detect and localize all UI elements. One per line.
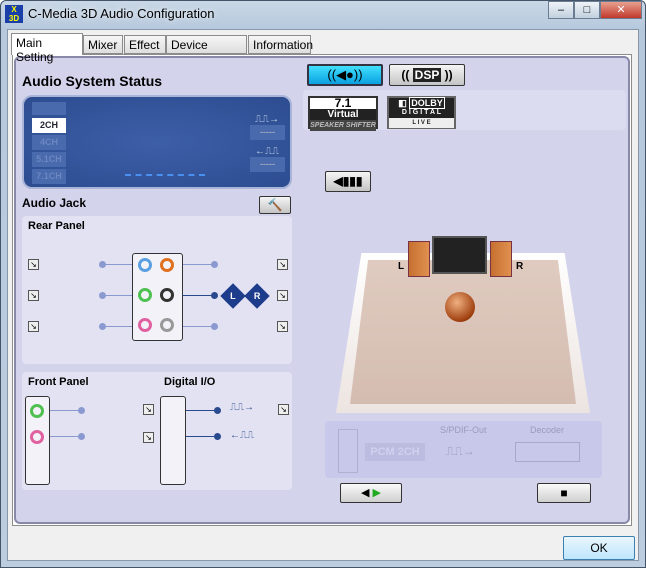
front-jack-checkbox-1[interactable]: ↘: [143, 404, 154, 415]
tab-information[interactable]: Information: [248, 35, 313, 54]
connector-line: [183, 264, 213, 265]
output-wave-icon: ⎍⎍→: [255, 114, 279, 125]
computer-icon: [338, 429, 358, 473]
virtual-71-label: 7.1: [334, 96, 352, 110]
connector-dot: [99, 261, 106, 268]
rear-jack-checkbox-4[interactable]: ↘: [277, 259, 288, 270]
virtual-speaker-shifter-button[interactable]: 7.1 Virtual SPEAKER SHIFTER: [308, 96, 378, 131]
connector-dot: [211, 292, 218, 299]
input-wave-icon: ←⎍⎍: [255, 146, 279, 157]
tab-device-setting[interactable]: Device Setting: [166, 35, 247, 66]
connector-line: [50, 410, 80, 411]
spdif-in-icon: ←⎍⎍: [230, 430, 254, 441]
channel-4ch[interactable]: 4CH: [32, 135, 66, 150]
connector-dot: [214, 407, 221, 414]
test-stop-button[interactable]: ■: [537, 483, 591, 503]
rear-jack-checkbox-2[interactable]: ↘: [28, 290, 39, 301]
volume-button[interactable]: ◀▮▮▮: [325, 171, 371, 192]
headphone-indicator: [32, 102, 66, 115]
decoder-icon: [515, 442, 580, 462]
speaker-shifter-label: SPEAKER SHIFTER: [310, 120, 376, 131]
connector-line: [183, 295, 213, 296]
spdif-wave-icon: ⎍⎍→: [446, 444, 475, 458]
minimize-button[interactable]: –: [548, 1, 574, 19]
front-jack-checkbox-2[interactable]: ↘: [143, 432, 154, 443]
audio-system-status-heading: Audio System Status: [22, 73, 163, 89]
speaker-left-label: L: [398, 261, 405, 272]
dolby-live-label: L I V E: [389, 118, 454, 128]
tab-main-setting[interactable]: Main Setting: [11, 33, 83, 64]
test-play-button[interactable]: ◀ ▶: [340, 483, 402, 503]
input-value: -----: [250, 157, 285, 172]
hammer-settings-button[interactable]: 🔨: [259, 196, 291, 214]
rear-jack-checkbox-6[interactable]: ↘: [277, 321, 288, 332]
connector-dot: [99, 292, 106, 299]
rear-jack-checkbox-3[interactable]: ↘: [28, 321, 39, 332]
jack-orange[interactable]: [160, 258, 174, 272]
speaker-left-icon[interactable]: [408, 241, 430, 277]
pcm-status: PCM 2CH: [365, 443, 425, 461]
jack-black[interactable]: [160, 288, 174, 302]
digital-io-label: Digital I/O: [164, 376, 216, 388]
spdif-out-icon: ⎍⎍→: [230, 402, 254, 413]
left-label: L: [230, 291, 236, 301]
connector-line: [50, 436, 80, 437]
connector-dot: [211, 261, 218, 268]
digital-io-block: [160, 396, 186, 485]
audio-jack-heading: Audio Jack: [22, 196, 87, 210]
speaker-mode-button[interactable]: ((◀●)): [307, 64, 383, 86]
channel-2ch[interactable]: 2CH: [32, 118, 66, 133]
virtual-label: Virtual: [310, 109, 376, 120]
tab-effect[interactable]: Effect: [124, 35, 166, 54]
connector-dot: [78, 407, 85, 414]
jack-green[interactable]: [138, 288, 152, 302]
speaker-right-label: R: [516, 261, 524, 272]
connector-dot: [214, 433, 221, 440]
level-meter: [125, 174, 205, 176]
channel-5-1ch[interactable]: 5.1CH: [32, 152, 66, 167]
dolby-digital-label: D I G I T A L: [401, 109, 442, 116]
ok-button[interactable]: OK: [563, 536, 635, 560]
connector-line: [106, 264, 134, 265]
rear-panel-label: Rear Panel: [28, 220, 85, 232]
connector-line: [183, 326, 213, 327]
dolby-digital-live-button[interactable]: ◧ DOLBY D I G I T A L L I V E: [387, 96, 456, 129]
connector-dot: [99, 323, 106, 330]
connector-dot: [211, 323, 218, 330]
channel-7-1ch[interactable]: 7.1CH: [32, 169, 66, 184]
decoder-label: Decoder: [530, 425, 565, 435]
connector-line: [106, 326, 134, 327]
rear-jack-checkbox-5[interactable]: ↘: [277, 290, 288, 301]
connector-line: [106, 295, 134, 296]
room-floor-inner: [350, 260, 576, 404]
window-title: C-Media 3D Audio Configuration: [28, 6, 215, 21]
jack-pink[interactable]: [138, 318, 152, 332]
close-button[interactable]: ✕: [600, 1, 642, 19]
right-label: R: [253, 291, 261, 301]
dsp-label: DSP: [412, 68, 442, 82]
spdif-checkbox[interactable]: ↘: [278, 404, 289, 415]
spdif-out-label: S/PDIF-Out: [440, 425, 487, 435]
dsp-mode-button[interactable]: (( DSP )): [389, 64, 465, 86]
tv-icon: [432, 236, 487, 274]
maximize-button[interactable]: □: [574, 1, 600, 19]
connector-line: [186, 410, 216, 411]
front-jack-pink[interactable]: [30, 430, 44, 444]
jack-grey[interactable]: [160, 318, 174, 332]
speaker-right-icon[interactable]: [490, 241, 512, 277]
tab-mixer[interactable]: Mixer: [83, 35, 123, 54]
connector-dot: [78, 433, 85, 440]
app-logo: X 3D: [5, 5, 23, 23]
jack-blue[interactable]: [138, 258, 152, 272]
front-panel-label: Front Panel: [28, 376, 89, 388]
rear-jack-checkbox-1[interactable]: ↘: [28, 259, 39, 270]
front-jack-green[interactable]: [30, 404, 44, 418]
connector-line: [186, 436, 216, 437]
listener-ball[interactable]: [445, 292, 475, 322]
output-value: -----: [250, 125, 285, 140]
